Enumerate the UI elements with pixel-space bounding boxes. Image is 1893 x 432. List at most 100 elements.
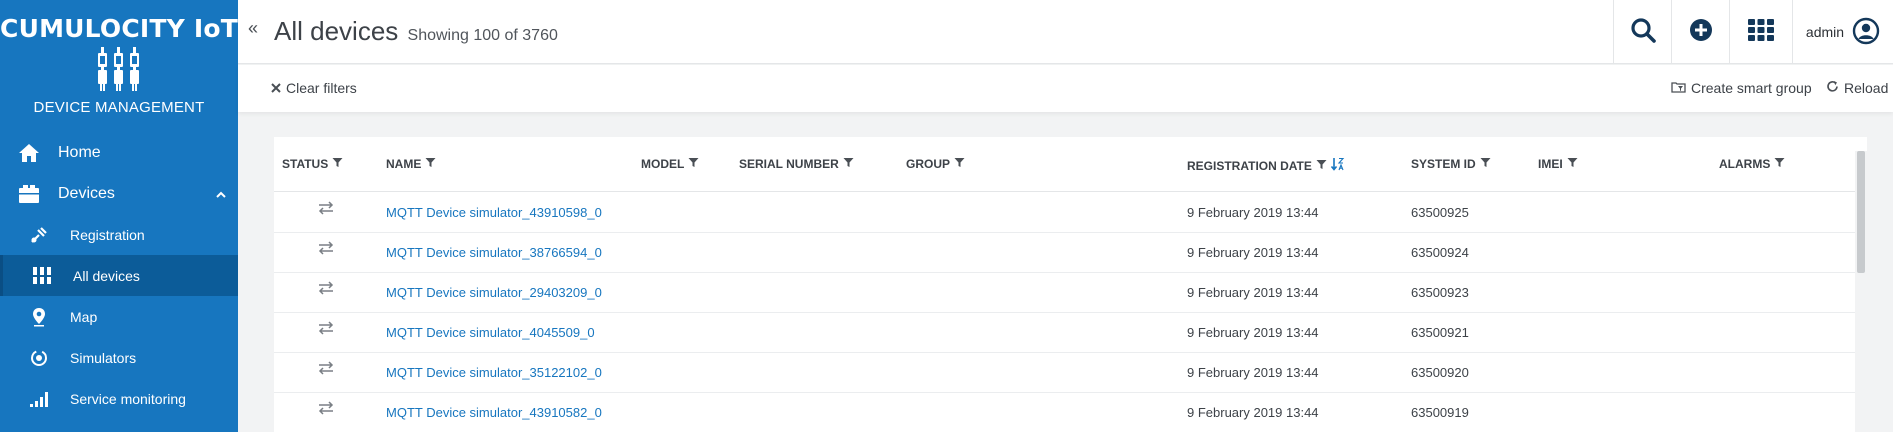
clear-filters-button[interactable]: Clear filters xyxy=(271,80,357,96)
connection-arrows-icon xyxy=(318,281,334,300)
column-header-serial-number[interactable]: SERIAL NUMBER xyxy=(739,157,854,171)
collapse-sidebar-button[interactable]: « xyxy=(248,18,258,39)
sort-icon[interactable] xyxy=(1330,157,1345,174)
sidebar-item-home[interactable]: Home xyxy=(0,132,238,173)
filter-icon[interactable] xyxy=(843,157,854,171)
table-row[interactable]: MQTT Device simulator_4045509_0 9 Februar… xyxy=(274,313,1867,353)
table-row[interactable]: MQTT Device simulator_35122102_0 9 Februa… xyxy=(274,353,1867,393)
registration-icon xyxy=(0,225,58,245)
filter-icon[interactable] xyxy=(954,157,965,171)
home-icon xyxy=(0,143,58,163)
sidebar-item-label: Simulators xyxy=(70,349,137,366)
column-label: IMEI xyxy=(1538,157,1563,171)
sidebar: CUMULOCITY IoT DEVICE MANAGEMENT Home De… xyxy=(0,0,238,432)
column-header-system-id[interactable]: SYSTEM ID xyxy=(1411,157,1491,171)
column-label: SERIAL NUMBER xyxy=(739,157,839,171)
sidebar-item-label: All devices xyxy=(73,267,140,284)
table-row[interactable]: MQTT Device simulator_43910582_0 9 Februa… xyxy=(274,393,1867,432)
simulators-icon xyxy=(0,348,58,368)
sidebar-item-service-monitoring[interactable]: Service monitoring xyxy=(0,378,238,419)
sidebar-item-label: Registration xyxy=(70,226,145,243)
connection-arrows-icon xyxy=(318,361,334,380)
device-name-link[interactable]: MQTT Device simulator_38766594_0 xyxy=(386,245,602,260)
table-row[interactable]: MQTT Device simulator_38766594_0 9 Februa… xyxy=(274,233,1867,273)
table-row[interactable]: MQTT Device simulator_29403209_0 9 Februa… xyxy=(274,273,1867,313)
sidebar-item-label: Devices xyxy=(58,184,115,202)
filter-icon[interactable] xyxy=(1567,157,1578,171)
sidebar-item-all-devices[interactable]: All devices xyxy=(0,255,238,296)
column-label: ALARMS xyxy=(1719,157,1771,171)
table-header: STATUS NAME MODEL SERIAL NUMBER GROUP RE… xyxy=(274,137,1867,192)
filter-icon[interactable] xyxy=(688,157,699,171)
sidebar-item-label: Map xyxy=(70,308,98,325)
device-name-link[interactable]: MQTT Device simulator_35122102_0 xyxy=(386,365,602,380)
connection-arrows-icon xyxy=(318,241,334,260)
filter-icon[interactable] xyxy=(332,157,343,171)
user-circle-icon xyxy=(1852,17,1880,48)
column-header-group[interactable]: GROUP xyxy=(906,157,965,171)
sidebar-item-label: Home xyxy=(58,143,101,161)
reload-label: Reload xyxy=(1844,80,1889,96)
sidebar-nav: Home Devices Registration All devices Ma… xyxy=(0,132,238,419)
device-management-logo-icon xyxy=(0,47,238,93)
registration-date: 9 February 2019 13:44 xyxy=(1187,285,1319,300)
device-count: Showing 100 of 3760 xyxy=(407,27,558,44)
add-button[interactable] xyxy=(1671,0,1729,64)
column-header-imei[interactable]: IMEI xyxy=(1538,157,1578,171)
registration-date: 9 February 2019 13:44 xyxy=(1187,205,1319,220)
table-row[interactable]: MQTT Device simulator_43910598_0 9 Februa… xyxy=(274,193,1867,233)
column-label: SYSTEM ID xyxy=(1411,157,1476,171)
registration-date: 9 February 2019 13:44 xyxy=(1187,325,1319,340)
signal-bars-icon xyxy=(0,389,58,409)
sidebar-item-devices[interactable]: Devices xyxy=(0,173,238,214)
system-id: 63500925 xyxy=(1411,205,1469,220)
reload-icon xyxy=(1826,80,1839,96)
column-header-alarms[interactable]: ALARMS xyxy=(1719,157,1785,171)
filter-icon[interactable] xyxy=(1316,159,1327,173)
system-id: 63500923 xyxy=(1411,285,1469,300)
plus-circle-icon xyxy=(1689,18,1713,47)
app-switcher-button[interactable] xyxy=(1729,0,1792,64)
create-smart-group-button[interactable]: Create smart group xyxy=(1671,80,1812,96)
create-smart-group-label: Create smart group xyxy=(1691,80,1812,96)
registration-date: 9 February 2019 13:44 xyxy=(1187,405,1319,420)
all-devices-icon xyxy=(3,266,61,286)
registration-date: 9 February 2019 13:44 xyxy=(1187,245,1319,260)
filter-icon[interactable] xyxy=(1480,157,1491,171)
device-name-link[interactable]: MQTT Device simulator_4045509_0 xyxy=(386,325,595,340)
column-header-model[interactable]: MODEL xyxy=(641,157,699,171)
connection-arrows-icon xyxy=(318,321,334,340)
system-id: 63500920 xyxy=(1411,365,1469,380)
column-header-name[interactable]: NAME xyxy=(386,157,436,171)
action-toolbar: Clear filters Create smart group Reload xyxy=(238,65,1893,112)
user-menu-button[interactable]: admin xyxy=(1792,0,1893,64)
column-header-registration-date[interactable]: REGISTRATION DATE xyxy=(1187,157,1345,174)
vertical-scrollbar[interactable] xyxy=(1855,151,1867,432)
reload-button[interactable]: Reload xyxy=(1826,80,1888,96)
app-grid-icon xyxy=(1748,18,1774,46)
device-name-link[interactable]: MQTT Device simulator_29403209_0 xyxy=(386,285,602,300)
close-icon xyxy=(271,80,281,96)
user-name: admin xyxy=(1805,24,1845,40)
connection-arrows-icon xyxy=(318,201,334,220)
system-id: 63500924 xyxy=(1411,245,1469,260)
brand: CUMULOCITY IoT DEVICE MANAGEMENT xyxy=(0,0,238,124)
column-label: GROUP xyxy=(906,157,951,171)
sidebar-item-simulators[interactable]: Simulators xyxy=(0,337,238,378)
device-name-link[interactable]: MQTT Device simulator_43910598_0 xyxy=(386,205,602,220)
system-id: 63500919 xyxy=(1411,405,1469,420)
filter-icon[interactable] xyxy=(1774,157,1785,171)
clear-filters-label: Clear filters xyxy=(286,80,357,96)
column-label: NAME xyxy=(386,157,422,171)
column-label: STATUS xyxy=(282,157,329,171)
chevron-up-icon xyxy=(216,185,226,203)
column-header-status[interactable]: STATUS xyxy=(282,157,343,171)
device-name-link[interactable]: MQTT Device simulator_43910582_0 xyxy=(386,405,602,420)
sidebar-item-registration[interactable]: Registration xyxy=(0,214,238,255)
registration-date: 9 February 2019 13:44 xyxy=(1187,365,1319,380)
scrollbar-thumb[interactable] xyxy=(1857,151,1865,273)
sidebar-item-map[interactable]: Map xyxy=(0,296,238,337)
filter-icon[interactable] xyxy=(425,157,436,171)
search-button[interactable] xyxy=(1613,0,1671,64)
devices-table: STATUS NAME MODEL SERIAL NUMBER GROUP RE… xyxy=(274,137,1867,432)
